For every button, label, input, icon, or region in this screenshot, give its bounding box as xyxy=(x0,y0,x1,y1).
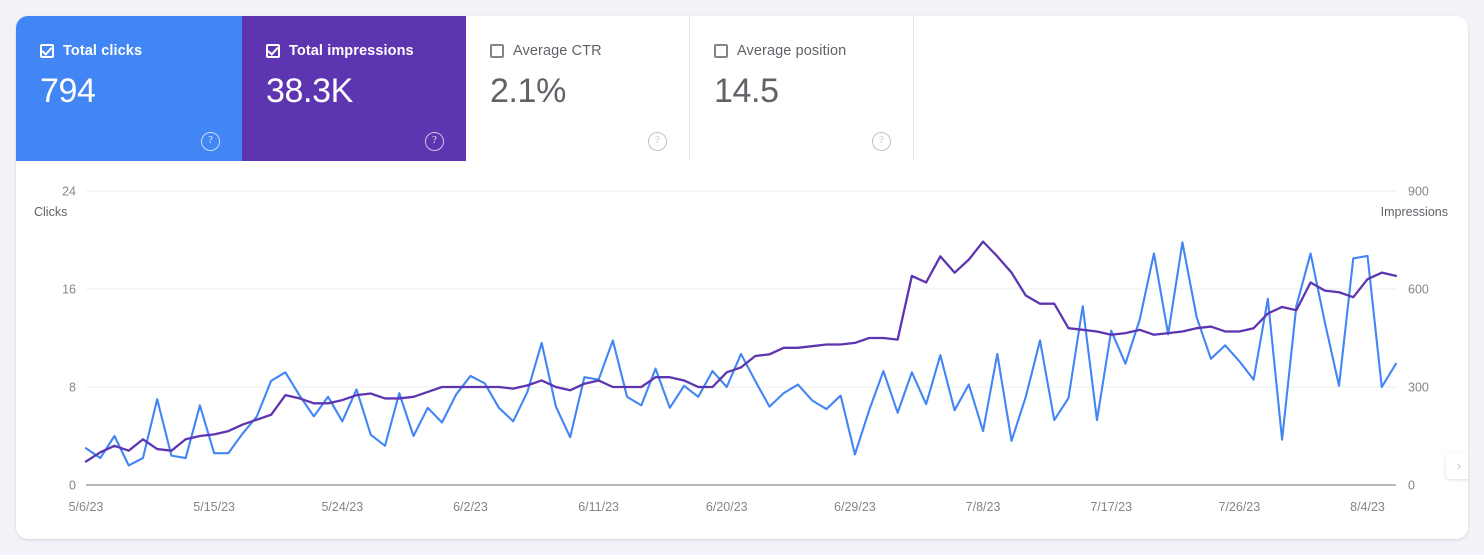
metric-tab-header: Total clicks xyxy=(40,42,242,60)
metric-tab-total-impressions[interactable]: Total impressions 38.3K ? xyxy=(242,16,466,161)
chart-svg: 0 8 16 24 0 300 600 900 5/6/23 5/15/23 5/24/23 6/2/… xyxy=(16,161,1468,539)
metric-tab-label: Average CTR xyxy=(513,43,602,59)
help-icon[interactable]: ? xyxy=(872,132,891,151)
svg-text:5/24/23: 5/24/23 xyxy=(321,500,363,514)
svg-text:8: 8 xyxy=(69,381,76,395)
svg-text:300: 300 xyxy=(1408,381,1429,395)
performance-card: Total clicks 794 ? Total impressions 38.… xyxy=(16,16,1468,539)
chevron-right-icon[interactable]: › xyxy=(1446,453,1468,479)
metric-tab-header: Average position xyxy=(714,42,913,60)
help-icon[interactable]: ? xyxy=(201,132,220,151)
svg-text:16: 16 xyxy=(62,283,76,297)
performance-report-screen: Total clicks 794 ? Total impressions 38.… xyxy=(0,0,1484,555)
svg-text:6/2/23: 6/2/23 xyxy=(453,500,488,514)
checkbox-total-impressions[interactable] xyxy=(266,44,280,58)
metric-tabstrip: Total clicks 794 ? Total impressions 38.… xyxy=(16,16,914,161)
metric-tab-total-clicks[interactable]: Total clicks 794 ? xyxy=(16,16,242,161)
metric-tab-average-position[interactable]: Average position 14.5 ? xyxy=(690,16,914,161)
svg-text:5/15/23: 5/15/23 xyxy=(193,500,235,514)
svg-text:6/11/23: 6/11/23 xyxy=(578,500,619,514)
svg-text:7/8/23: 7/8/23 xyxy=(966,500,1001,514)
svg-text:6/20/23: 6/20/23 xyxy=(706,500,748,514)
svg-text:8/4/23: 8/4/23 xyxy=(1350,500,1385,514)
svg-text:7/26/23: 7/26/23 xyxy=(1219,500,1261,514)
performance-chart[interactable]: Clicks Impressions 08162403006009005/6/2… xyxy=(16,161,1468,539)
help-icon[interactable]: ? xyxy=(425,132,444,151)
svg-text:7/17/23: 7/17/23 xyxy=(1090,500,1132,514)
svg-text:24: 24 xyxy=(62,185,76,199)
metric-tab-header: Average CTR xyxy=(490,42,689,60)
series-line-impressions xyxy=(86,242,1396,462)
svg-text:900: 900 xyxy=(1408,185,1429,199)
svg-text:5/6/23: 5/6/23 xyxy=(69,500,104,514)
series-line-clicks xyxy=(86,242,1396,465)
metric-tab-value: 794 xyxy=(40,71,242,111)
checkbox-average-position[interactable] xyxy=(714,44,728,58)
svg-text:600: 600 xyxy=(1408,283,1429,297)
svg-text:0: 0 xyxy=(1408,479,1415,493)
metric-tab-average-ctr[interactable]: Average CTR 2.1% ? xyxy=(466,16,690,161)
metric-tab-value: 14.5 xyxy=(714,71,913,111)
metric-tab-label: Total clicks xyxy=(63,43,142,59)
svg-text:6/29/23: 6/29/23 xyxy=(834,500,876,514)
help-icon[interactable]: ? xyxy=(648,132,667,151)
metric-tab-label: Total impressions xyxy=(289,43,414,59)
checkbox-total-clicks[interactable] xyxy=(40,44,54,58)
chart-plot-area: 0 8 16 24 0 300 600 900 5/6/23 5/15/23 5/24/23 6/2/… xyxy=(16,161,1468,539)
checkbox-average-ctr[interactable] xyxy=(490,44,504,58)
svg-text:0: 0 xyxy=(69,479,76,493)
metric-tab-label: Average position xyxy=(737,43,846,59)
metric-tab-value: 38.3K xyxy=(266,71,466,111)
metric-tab-header: Total impressions xyxy=(266,42,466,60)
metric-tab-value: 2.1% xyxy=(490,71,689,111)
